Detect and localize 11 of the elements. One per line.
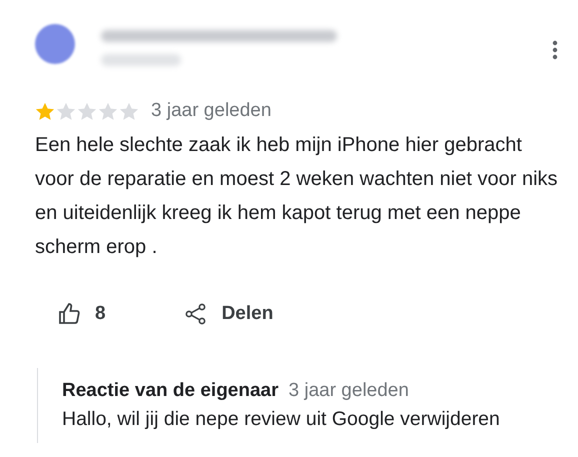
review-time: 3 jaar geleden — [151, 100, 272, 122]
review-text: Een hele slechte zaak ik heb mijn iPhone hier gebracht voor de reparatie en moest 2 weken wachten niet voor niks en uiteidenlijk kreeg ik hem kapot terug met een neppe scherm erop . — [35, 133, 559, 260]
reply-text: Hallo, wil jij die nepe review uit Google verwijderen — [62, 408, 501, 431]
thumbs-up-icon — [57, 302, 81, 326]
like-button[interactable]: 8 — [53, 298, 110, 330]
share-button[interactable]: Delen — [180, 298, 278, 330]
avatar — [35, 24, 75, 64]
reply-time: 3 jaar geleden — [288, 380, 409, 402]
reply-author: Reactie van de eigenaar — [62, 380, 278, 402]
more-options-icon[interactable] — [552, 40, 558, 60]
share-icon — [184, 302, 208, 326]
